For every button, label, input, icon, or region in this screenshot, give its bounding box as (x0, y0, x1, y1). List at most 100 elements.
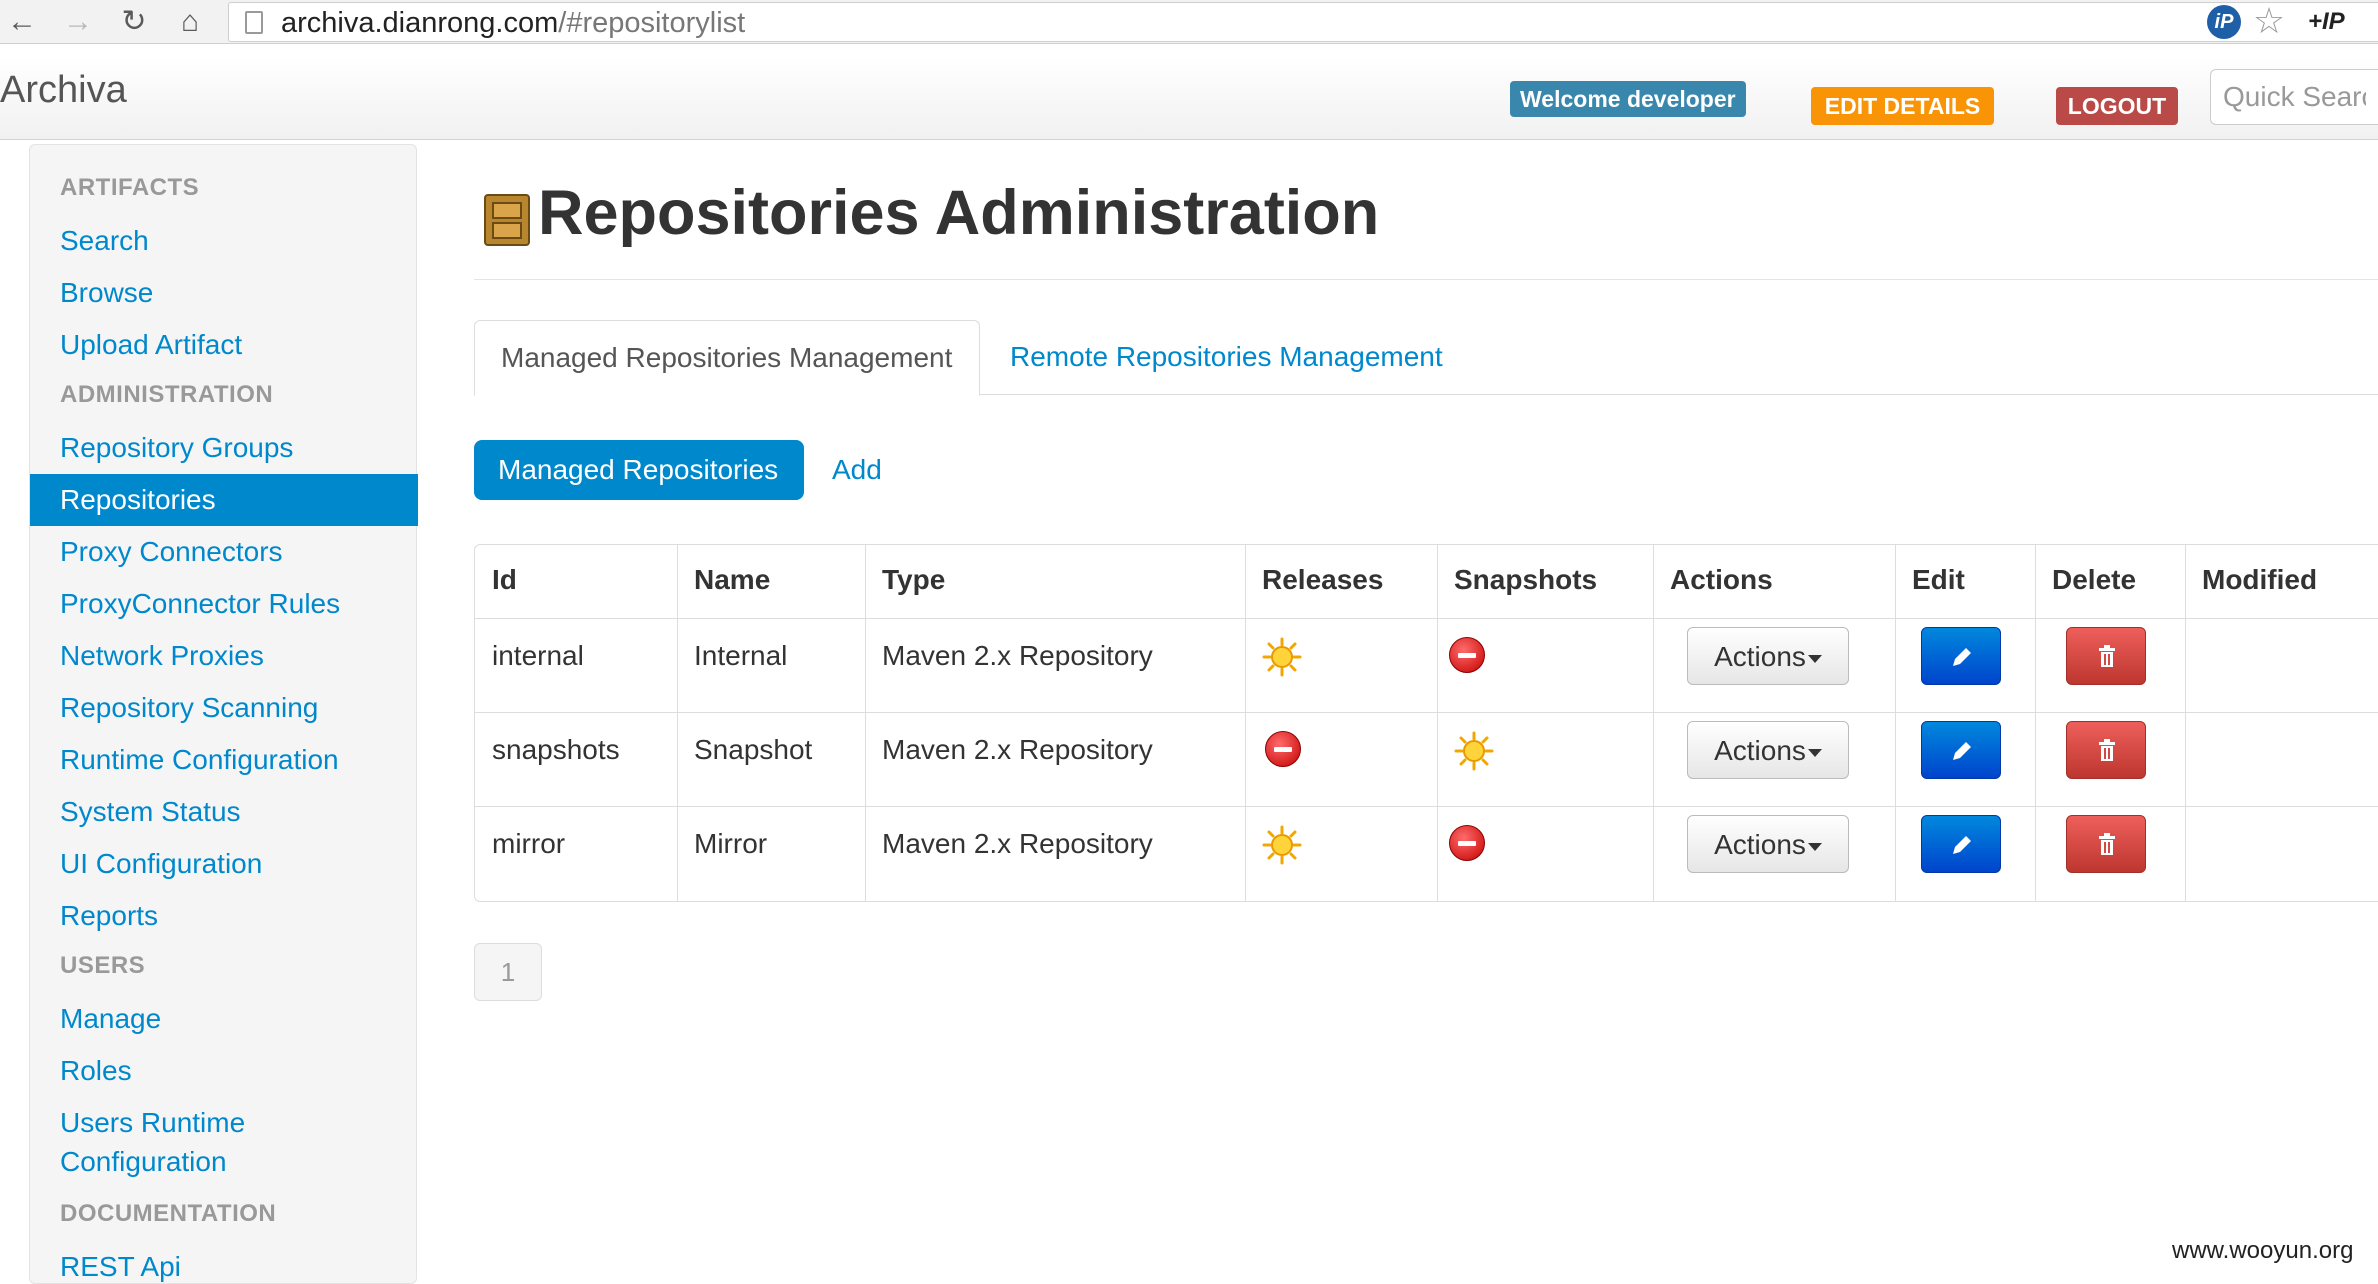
column-header-snapshots: Snapshots (1454, 564, 1598, 595)
column-divider (1437, 545, 1438, 901)
column-header-type: Type (882, 564, 946, 595)
repository-cabinet-icon (484, 194, 530, 246)
column-divider (1895, 545, 1896, 901)
title-divider (474, 279, 2378, 280)
sidebar-nav: ARTIFACTS Search Browse Upload Artifact … (29, 144, 418, 1284)
edit-details-button[interactable]: EDIT DETAILS (1811, 87, 1994, 125)
edit-button[interactable] (1921, 815, 2001, 873)
column-divider (2185, 545, 2186, 901)
sidebar-item-users-runtime-configuration[interactable]: Configuration (60, 1145, 227, 1179)
delete-button[interactable] (2066, 627, 2146, 685)
actions-label: Actions (1714, 735, 1806, 766)
cell-id: mirror (492, 828, 566, 859)
ip-extension-icon[interactable]: iP (2207, 5, 2241, 39)
logout-button[interactable]: LOGOUT (2056, 87, 2178, 125)
sidebar-item-manage[interactable]: Manage (60, 1002, 161, 1036)
pencil-icon (1953, 648, 1971, 666)
caret-down-icon (1807, 748, 1822, 757)
cell-name: Internal (694, 640, 788, 671)
delete-button[interactable] (2066, 721, 2146, 779)
nav-header-administration: ADMINISTRATION (60, 381, 274, 408)
cell-id: internal (492, 640, 584, 671)
forward-arrow-icon[interactable]: → (60, 4, 96, 40)
edit-button[interactable] (1921, 627, 2001, 685)
column-header-actions: Actions (1670, 564, 1773, 595)
brand-logo[interactable]: Archiva (0, 66, 127, 114)
reload-icon[interactable]: ↻ (116, 4, 152, 40)
column-header-delete: Delete (2052, 564, 2137, 595)
column-divider (865, 545, 866, 901)
sidebar-item-search[interactable]: Search (60, 224, 149, 258)
add-repository-link[interactable]: Add (832, 453, 882, 487)
trash-icon (2099, 833, 2115, 855)
actions-label: Actions (1714, 829, 1806, 860)
sidebar-item-network-proxies[interactable]: Network Proxies (60, 639, 264, 673)
tab-label: Managed Repositories Management (501, 342, 953, 373)
app-navbar: Archiva Welcome developer EDIT DETAILS L… (0, 56, 2378, 140)
sidebar-item-repository-groups[interactable]: Repository Groups (60, 431, 293, 465)
sidebar-item-rest-api[interactable]: REST Api (60, 1250, 181, 1284)
row-divider (475, 806, 2378, 807)
trash-icon (2099, 645, 2115, 667)
caret-down-icon (1807, 842, 1822, 851)
actions-dropdown-button[interactable]: Actions (1687, 721, 1849, 779)
sidebar-item-runtime-configuration[interactable]: Runtime Configuration (60, 743, 339, 777)
edit-button[interactable] (1921, 721, 2001, 779)
sidebar-item-repository-scanning[interactable]: Repository Scanning (60, 691, 318, 725)
tab-managed-repositories[interactable]: Managed Repositories Management (474, 320, 980, 396)
sidebar-item-users-runtime[interactable]: Users Runtime (60, 1106, 245, 1140)
tab-remote-repositories[interactable]: Remote Repositories Management (1010, 340, 1443, 374)
stop-disabled-icon (1449, 825, 1485, 861)
row-divider (475, 712, 2378, 713)
address-bar[interactable]: archiva.dianrong.com/#repositorylist (228, 2, 2378, 42)
bookmark-star-icon[interactable]: ☆ (2250, 2, 2288, 40)
cell-type: Maven 2.x Repository (882, 734, 1153, 765)
sidebar-item-reports[interactable]: Reports (60, 899, 158, 933)
sidebar-item-proxyconnector-rules[interactable]: ProxyConnector Rules (60, 587, 340, 621)
sidebar-item-repositories[interactable]: Repositories (30, 474, 418, 526)
actions-dropdown-button[interactable]: Actions (1687, 815, 1849, 873)
cell-id: snapshots (492, 734, 620, 765)
column-header-edit: Edit (1912, 564, 1965, 595)
trash-icon (2099, 739, 2115, 761)
actions-label: Actions (1714, 641, 1806, 672)
sidebar-item-roles[interactable]: Roles (60, 1054, 132, 1088)
pagination-page-1[interactable]: 1 (474, 943, 542, 1001)
nav-header-documentation: DOCUMENTATION (60, 1200, 277, 1227)
pill-managed-repositories[interactable]: Managed Repositories (474, 440, 804, 500)
cell-type: Maven 2.x Repository (882, 828, 1153, 859)
home-icon[interactable]: ⌂ (172, 4, 208, 40)
column-header-id: Id (492, 564, 517, 595)
pencil-icon (1953, 742, 1971, 760)
row-divider (475, 618, 2378, 619)
sun-enabled-icon (1262, 825, 1302, 865)
watermark-text: www.wooyun.org (2172, 1237, 2354, 1264)
page-icon (245, 11, 263, 34)
column-header-name: Name (694, 564, 771, 595)
column-divider (677, 545, 678, 901)
column-header-modified: Modified (2202, 564, 2318, 595)
nav-header-users: USERS (60, 952, 146, 979)
ip-extension-label[interactable]: +IP (2308, 5, 2358, 39)
back-arrow-icon[interactable]: ← (4, 4, 40, 40)
caret-down-icon (1807, 654, 1822, 663)
actions-dropdown-button[interactable]: Actions (1687, 627, 1849, 685)
sidebar-item-browse[interactable]: Browse (60, 276, 153, 310)
welcome-badge: Welcome developer (1510, 81, 1746, 117)
quick-search-input[interactable] (2210, 69, 2378, 125)
sidebar-item-ui-configuration[interactable]: UI Configuration (60, 847, 262, 881)
stop-disabled-icon (1265, 731, 1301, 767)
repositories-table: Id Name Type Releases Snapshots Actions … (474, 544, 2378, 902)
delete-button[interactable] (2066, 815, 2146, 873)
pencil-icon (1953, 836, 1971, 854)
sidebar-item-proxy-connectors[interactable]: Proxy Connectors (60, 535, 283, 569)
cell-name: Mirror (694, 828, 768, 859)
column-divider (1653, 545, 1654, 901)
stop-disabled-icon (1449, 637, 1485, 673)
sidebar-item-upload-artifact[interactable]: Upload Artifact (60, 328, 242, 362)
url-text: archiva.dianrong.com/#repositorylist (281, 7, 745, 39)
url-path: /#repositorylist (558, 7, 746, 39)
sidebar-item-system-status[interactable]: System Status (60, 795, 241, 829)
column-divider (2035, 545, 2036, 901)
url-host: archiva.dianrong.com (281, 7, 559, 39)
